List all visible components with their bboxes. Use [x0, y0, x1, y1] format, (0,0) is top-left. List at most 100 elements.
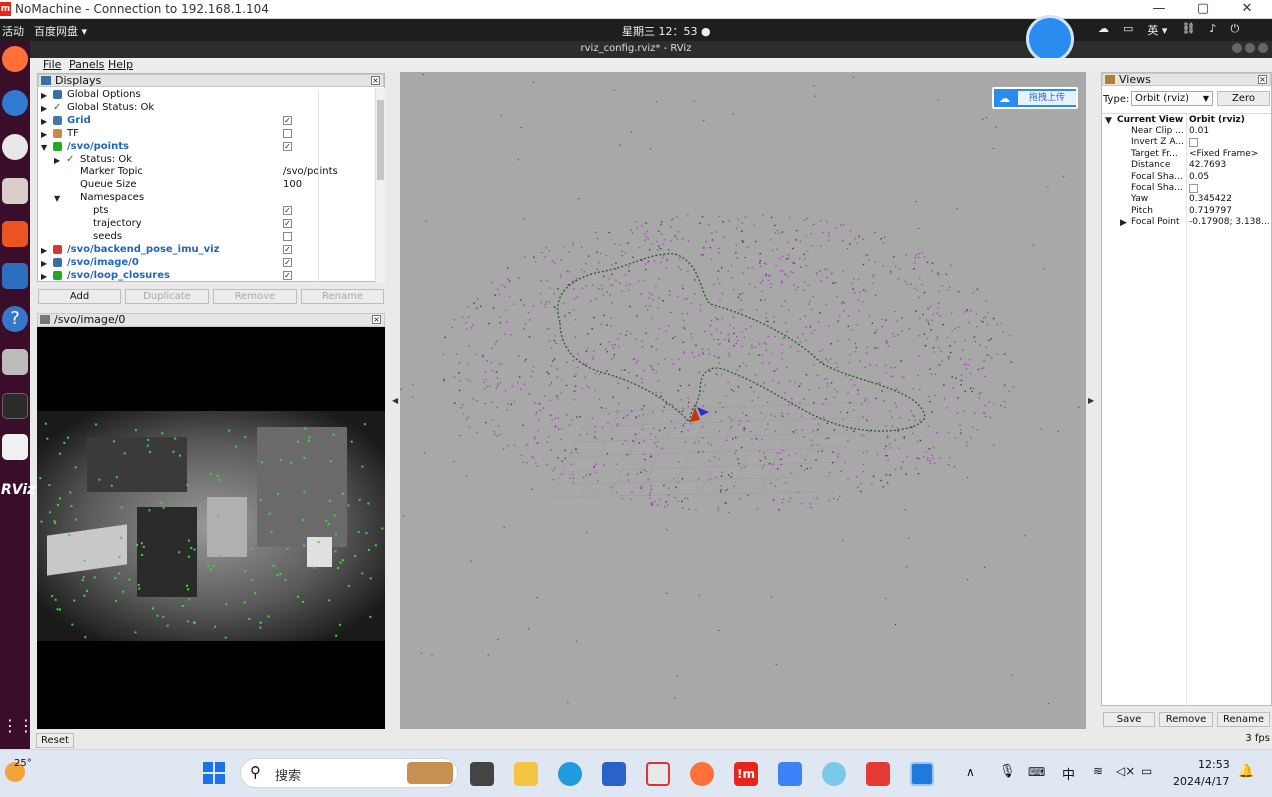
enable-checkbox[interactable]: ✓ — [283, 244, 292, 254]
ime-indicator[interactable]: 中 — [1062, 764, 1075, 783]
floating-assistant-icon[interactable] — [1026, 15, 1074, 63]
scroll-thumb[interactable] — [377, 100, 384, 180]
network-icon[interactable]: ⛓ — [1181, 22, 1195, 38]
menu-help[interactable]: Help — [108, 58, 133, 71]
display-row[interactable]: ▶ ✓ Global Status: Ok — [38, 101, 376, 114]
close-window-button[interactable]: ✕ — [1224, 0, 1270, 19]
enable-checkbox[interactable] — [283, 231, 292, 241]
enable-checkbox[interactable]: ✓ — [283, 270, 292, 280]
minimize-button[interactable]: — — [1136, 0, 1182, 19]
baidu-netdisk-icon[interactable] — [2, 434, 28, 460]
view-prop-value[interactable]: 0.719797 — [1189, 206, 1232, 217]
writer-icon[interactable] — [2, 263, 28, 289]
window-icon[interactable]: ▭ — [1123, 22, 1133, 38]
view-prop-value[interactable]: 0.345422 — [1189, 194, 1232, 205]
display-row[interactable]: ▶/svo/backend_pose_imu_viz ✓ — [38, 243, 376, 256]
view-prop-value[interactable]: <Fixed Frame> — [1189, 149, 1258, 160]
software-icon[interactable] — [2, 221, 28, 247]
close-icon[interactable]: × — [372, 315, 381, 324]
displays-scrollbar[interactable] — [375, 88, 385, 282]
app-menu[interactable]: 百度网盘 ▾ — [34, 23, 87, 39]
display-row[interactable]: Marker Topic/svo/points — [38, 165, 376, 178]
expand-arrow-icon[interactable]: ▶ — [1120, 218, 1127, 229]
search-box[interactable]: ⚲ 搜索 — [240, 758, 458, 788]
close-icon[interactable]: × — [371, 76, 380, 85]
display-row[interactable]: ▼ Namespaces — [38, 191, 376, 204]
enable-checkbox[interactable]: ✓ — [283, 219, 292, 228]
display-row[interactable]: trajectory ✓ — [38, 217, 376, 230]
remove-display-button[interactable]: Remove — [213, 289, 297, 304]
help-icon[interactable]: ? — [2, 306, 28, 332]
display-row[interactable]: pts ✓ — [38, 204, 376, 217]
view-prop-value[interactable]: 0.01 — [1189, 126, 1209, 137]
edge-icon[interactable] — [558, 762, 582, 786]
view-prop-value[interactable]: 0.05 — [1189, 172, 1209, 183]
snipping-tool-icon[interactable] — [646, 762, 670, 786]
cloud-icon[interactable]: ☁ — [1098, 22, 1109, 38]
thunderbird-icon[interactable] — [2, 90, 28, 116]
file-explorer-icon[interactable] — [514, 762, 538, 786]
maximize-button[interactable]: ▢ — [1180, 0, 1226, 19]
view-prop-value[interactable]: -0.17908; 3.138... — [1189, 217, 1270, 228]
files-icon[interactable] — [2, 178, 28, 204]
3d-viewport[interactable] — [400, 72, 1086, 729]
input-method[interactable]: 英 ▾ — [1147, 22, 1167, 38]
wps-icon[interactable] — [866, 762, 890, 786]
window-maximize-icon[interactable] — [1245, 43, 1255, 53]
camera-icon[interactable] — [2, 349, 28, 375]
menu-panels[interactable]: Panels — [69, 58, 104, 71]
chatgpt-icon[interactable] — [822, 762, 846, 786]
collapse-right-icon[interactable]: ▶ — [1088, 396, 1094, 405]
expand-arrow-icon[interactable]: ▶ — [41, 270, 47, 283]
view-prop-checkbox[interactable] — [1189, 184, 1198, 193]
wifi-icon[interactable]: ≋ — [1093, 764, 1103, 778]
speaker-muted-icon[interactable]: ◁× — [1116, 764, 1135, 778]
close-icon[interactable]: × — [1258, 75, 1267, 84]
keyboard-icon[interactable]: ⌨ — [1028, 765, 1045, 779]
display-row[interactable]: ▶/svo/loop_closures ✓ — [38, 269, 376, 282]
nomachine-taskbar-icon[interactable]: !m — [734, 762, 758, 786]
firefox-taskbar-icon[interactable] — [690, 762, 714, 786]
volume-icon[interactable]: ♪ — [1209, 22, 1216, 38]
view-properties[interactable]: ▼ Current View Orbit (rviz) Near Clip ..… — [1102, 113, 1271, 706]
clock[interactable]: 星期三 12：53 ● — [622, 23, 711, 39]
enable-checkbox[interactable] — [283, 128, 292, 138]
display-row[interactable]: ▶ TF — [38, 127, 376, 140]
enable-checkbox[interactable]: ✓ — [283, 206, 292, 216]
display-row[interactable]: ▶ Global Options — [38, 88, 376, 101]
activities-button[interactable]: 活动 — [2, 23, 24, 39]
display-row[interactable]: Queue Size 100 — [38, 178, 376, 191]
add-button[interactable]: Add — [38, 289, 121, 304]
upload-badge[interactable]: ☁ 拖拽上传 — [992, 87, 1078, 109]
display-row-value[interactable]: 100 — [283, 178, 302, 191]
enable-checkbox[interactable]: ✓ — [283, 141, 292, 151]
reset-button[interactable]: Reset — [36, 733, 74, 748]
display-row[interactable]: ▶ ✓ Status: Ok — [38, 153, 376, 166]
display-row[interactable]: ▶ Grid ✓ — [38, 114, 376, 127]
system-tray[interactable]: ☁ ▭ 英 ▾ ⛓ ♪ ⏻ — [1098, 22, 1239, 38]
phone-link-icon[interactable] — [910, 762, 934, 786]
store-icon[interactable] — [602, 762, 626, 786]
display-row[interactable]: ▼/svo/points ✓ — [38, 140, 376, 153]
firefox-icon[interactable] — [2, 46, 28, 72]
expand-arrow-icon[interactable]: ▼ — [1105, 116, 1112, 127]
duplicate-button[interactable]: Duplicate — [125, 289, 209, 304]
zero-button[interactable]: Zero — [1217, 91, 1270, 106]
window-minimize-icon[interactable] — [1232, 43, 1242, 53]
display-row-value[interactable]: /svo/points — [283, 165, 338, 178]
rename-view-button[interactable]: Rename — [1217, 712, 1270, 727]
terminal-icon[interactable] — [2, 393, 28, 419]
rename-display-button[interactable]: Rename — [301, 289, 384, 304]
battery-icon[interactable]: ▭ — [1141, 764, 1152, 778]
remove-view-button[interactable]: Remove — [1159, 712, 1213, 727]
collapse-left-icon[interactable]: ◀ — [392, 396, 398, 405]
enable-checkbox[interactable]: ✓ — [283, 115, 292, 125]
view-type-select[interactable]: Orbit (rviz) ▼ — [1131, 91, 1213, 106]
app-grid-icon[interactable]: ⋮⋮⋮ — [2, 713, 50, 739]
task-view-icon[interactable] — [470, 762, 494, 786]
microphone-icon[interactable]: 🎙 — [999, 764, 1016, 779]
enable-checkbox[interactable]: ✓ — [283, 257, 292, 267]
start-button[interactable] — [203, 762, 225, 784]
feishu-icon[interactable] — [778, 762, 802, 786]
power-icon[interactable]: ⏻ — [1230, 22, 1239, 38]
